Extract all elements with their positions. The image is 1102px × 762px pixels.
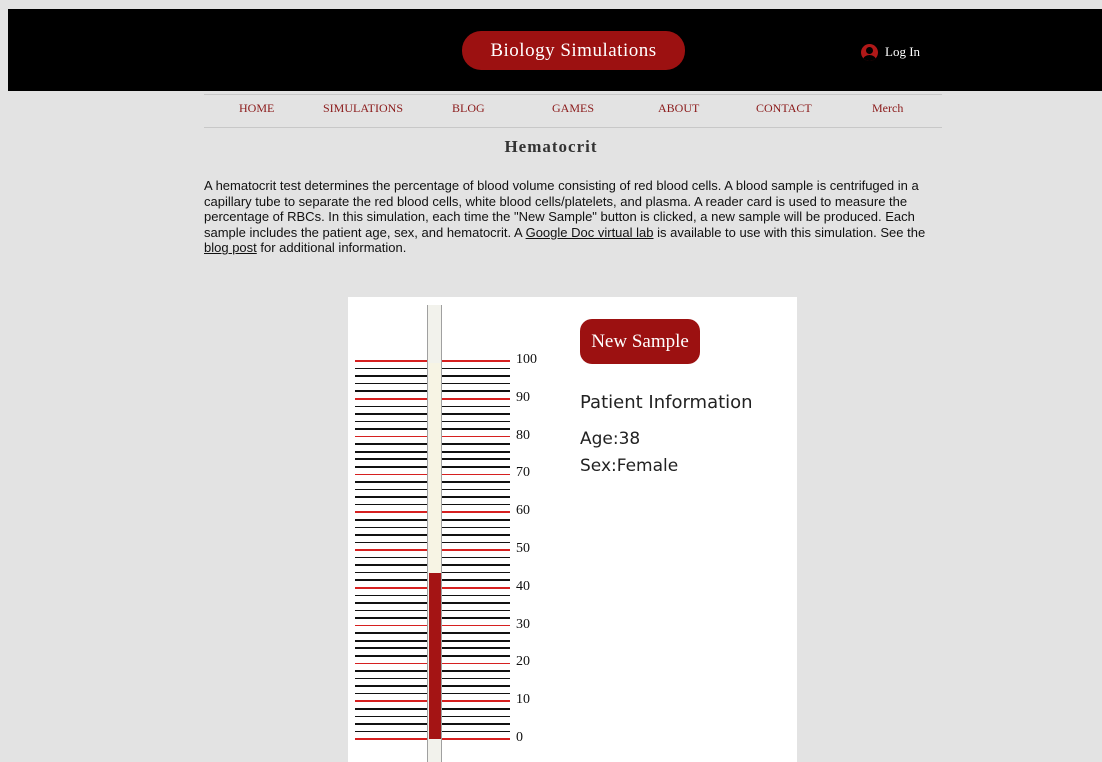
red-blood-cell-layer bbox=[429, 572, 441, 739]
scale-label: 10 bbox=[516, 692, 530, 708]
intro-text: for additional information. bbox=[256, 240, 407, 256]
nav-bottom-divider bbox=[204, 127, 942, 128]
nav-item-games[interactable]: GAMES bbox=[552, 101, 594, 116]
plasma-layer bbox=[429, 363, 441, 574]
scale-label: 40 bbox=[516, 578, 530, 594]
scale-label: 90 bbox=[516, 389, 530, 405]
nav-item-simulations[interactable]: SIMULATIONS bbox=[323, 101, 403, 116]
nav-item-contact[interactable]: CONTACT bbox=[756, 101, 812, 116]
blog-post-link[interactable]: blog post bbox=[204, 240, 257, 255]
scale-label: 30 bbox=[516, 616, 530, 632]
age-value: 38 bbox=[618, 429, 641, 449]
user-avatar-icon bbox=[861, 43, 878, 61]
site-logo[interactable]: Biology Simulations bbox=[462, 31, 685, 70]
scale-label: 100 bbox=[516, 352, 537, 367]
scale-label: 20 bbox=[516, 654, 530, 670]
patient-sex: Sex:Female bbox=[580, 456, 678, 476]
sex-value: Female bbox=[616, 456, 679, 476]
nav-item-blog[interactable]: BLOG bbox=[452, 101, 485, 116]
nav-top-divider bbox=[204, 94, 942, 95]
nav-item-about[interactable]: ABOUT bbox=[658, 101, 699, 116]
scale-label: 80 bbox=[516, 427, 530, 443]
main-nav: HOME SIMULATIONS BLOG GAMES ABOUT CONTAC… bbox=[204, 96, 942, 124]
scale-label: 0 bbox=[516, 730, 523, 745]
nav-item-home[interactable]: HOME bbox=[239, 101, 274, 116]
intro-paragraph: A hematocrit test determines the percent… bbox=[204, 178, 942, 256]
sex-label: Sex: bbox=[580, 456, 617, 476]
scale-label: 50 bbox=[516, 541, 530, 556]
age-label: Age: bbox=[580, 429, 619, 449]
patient-age: Age:38 bbox=[580, 429, 640, 449]
nav-item-merch[interactable]: Merch bbox=[872, 101, 903, 116]
intro-text: is available to use with this simulation… bbox=[653, 224, 926, 240]
scale-label: 60 bbox=[516, 503, 530, 519]
login-label: Log In bbox=[885, 44, 921, 59]
login-button[interactable]: Log In bbox=[861, 43, 920, 61]
new-sample-button[interactable]: New Sample bbox=[580, 319, 700, 364]
simulation-panel: New Sample Patient Information Age:38 Se… bbox=[348, 297, 797, 762]
page-title: Hematocrit bbox=[504, 137, 598, 156]
patient-info-title: Patient Information bbox=[580, 392, 753, 413]
scale-label: 70 bbox=[516, 465, 530, 481]
google-doc-lab-link[interactable]: Google Doc virtual lab bbox=[526, 225, 654, 240]
